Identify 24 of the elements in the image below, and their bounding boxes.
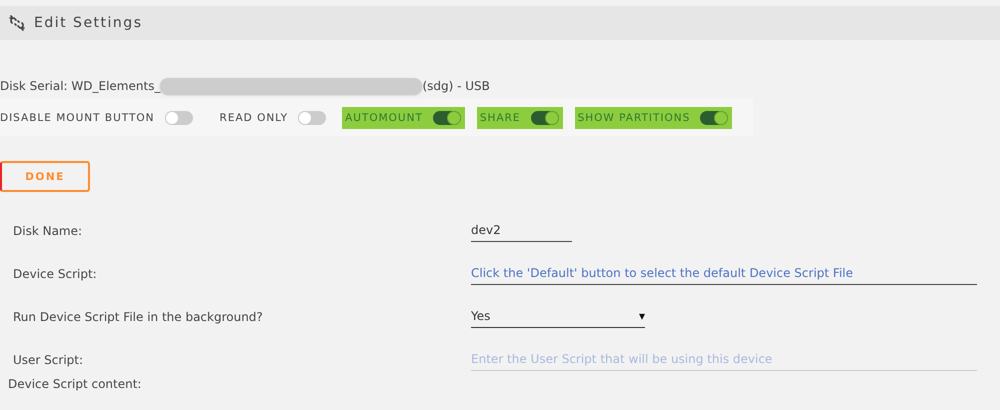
background-select[interactable]: Yes ▾: [471, 305, 645, 328]
switch-label: AUTOMOUNT: [345, 112, 423, 124]
device-script-field[interactable]: Click the 'Default' button to select the default Device Script File: [471, 262, 977, 285]
header-title: Edit Settings: [34, 15, 142, 31]
toggle-switch[interactable]: [530, 110, 559, 124]
caret-icon: ▾: [638, 309, 645, 323]
user-script-field[interactable]: Enter the User Script that will be using this device: [471, 348, 977, 371]
field-label: Disk Name:: [13, 222, 84, 240]
disk-serial-suffix: (sdg) - USB: [422, 79, 490, 93]
field-label: Device Script:: [13, 266, 98, 282]
switch-label: SHARE: [480, 112, 521, 124]
switch-label: DISABLE MOUNT BUTTON: [0, 112, 155, 124]
toggle-switch[interactable]: [700, 110, 728, 124]
disk-serial-label: Disk Serial: WD_Elements_: [0, 79, 160, 93]
toggle-switch[interactable]: [164, 110, 193, 124]
device-script-content-label: Device Script content:: [7, 377, 142, 391]
field-label: Run Device Script File in the background?: [13, 308, 264, 326]
switch-label: SHOW PARTITIONS: [578, 112, 690, 124]
toggle-switch[interactable]: [298, 110, 326, 124]
switch-label: READ ONLY: [220, 112, 288, 124]
disk-name-field[interactable]: dev2: [471, 219, 572, 242]
toggle-switch[interactable]: [432, 110, 461, 124]
field-label: User Script:: [13, 352, 84, 368]
broken-link-icon: [9, 15, 25, 31]
